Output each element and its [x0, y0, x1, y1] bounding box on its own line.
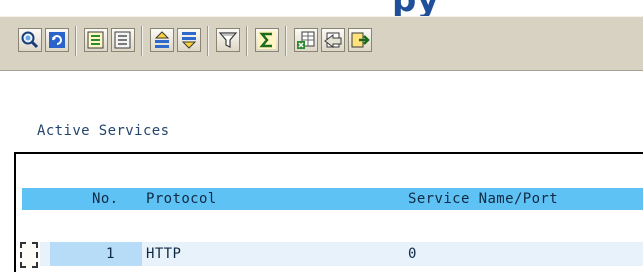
print-preview-icon — [324, 32, 342, 48]
zoom-details-button[interactable] — [18, 28, 42, 52]
column-header-no[interactable]: No. — [92, 191, 119, 207]
export-local-file-button[interactable] — [348, 28, 372, 52]
toolbar-separator — [141, 26, 143, 56]
export-spreadsheet-icon — [297, 31, 315, 49]
sort-ascending-icon — [154, 31, 170, 48]
refresh-button[interactable] — [45, 28, 69, 52]
row-number-cell[interactable] — [50, 242, 142, 266]
toolbar-separator — [207, 26, 209, 56]
cell-protocol[interactable]: HTTP — [146, 246, 181, 262]
zoom-details-icon — [21, 31, 39, 49]
row-selector-checkbox[interactable] — [20, 242, 38, 268]
sum-icon — [258, 31, 276, 49]
column-header-service[interactable]: Service Name/Port — [408, 191, 558, 207]
toolbar-separator — [285, 26, 287, 56]
application-toolbar — [0, 16, 643, 71]
cell-service[interactable]: 0 — [408, 246, 417, 262]
filter-icon — [218, 32, 238, 48]
toolbar-separator — [246, 26, 248, 56]
column-header-protocol[interactable]: Protocol — [146, 191, 217, 207]
export-local-file-icon — [351, 32, 370, 48]
sum-button[interactable] — [255, 28, 279, 52]
print-preview-button[interactable] — [321, 28, 345, 52]
table-header: No. Protocol Service Name/Port — [22, 188, 643, 210]
deselect-all-button[interactable] — [111, 28, 135, 52]
cell-no[interactable]: 1 — [106, 246, 115, 262]
sort-ascending-button[interactable] — [150, 28, 174, 52]
sort-descending-icon — [181, 32, 197, 49]
refresh-icon — [49, 32, 65, 48]
sort-descending-button[interactable] — [177, 28, 201, 52]
export-spreadsheet-button[interactable] — [294, 28, 318, 52]
select-all-icon — [87, 31, 104, 49]
toolbar-separator — [75, 26, 77, 56]
deselect-all-icon — [114, 31, 131, 49]
filter-button[interactable] — [216, 28, 240, 52]
section-title: Active Services — [37, 123, 170, 139]
select-all-button[interactable] — [84, 28, 108, 52]
